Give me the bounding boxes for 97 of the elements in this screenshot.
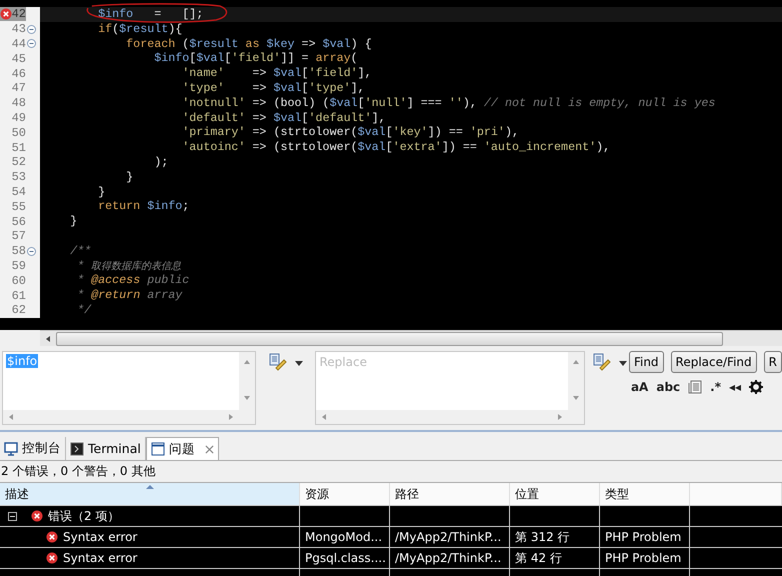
scroll-right-icon[interactable] (558, 414, 562, 420)
horizontal-scrollbar[interactable] (3, 410, 239, 424)
panel-tab[interactable]: 控制台 (0, 437, 66, 460)
horizontal-scrollbar[interactable] (40, 330, 782, 346)
line-number: 53 (10, 170, 26, 184)
find-button[interactable]: Replace/Find (670, 351, 757, 373)
find-text: $info (6, 354, 38, 368)
replace-field[interactable]: Replace (315, 351, 586, 425)
code-line: * 取得数据库的表信息 (77, 258, 182, 273)
code-line: foreach ($result as $key => $val) { (126, 36, 372, 51)
scroll-left-icon[interactable] (46, 336, 50, 342)
dropdown-caret-icon[interactable] (294, 360, 303, 366)
history-icon[interactable] (592, 353, 613, 373)
line-number: 61 (10, 288, 26, 303)
code-line: $info[$val['field']] = array( (154, 51, 358, 66)
table-cell: PHP Problem (605, 530, 682, 544)
column-header[interactable]: 资源 (300, 483, 390, 505)
option-toggle[interactable]: ◂◂ (729, 380, 742, 394)
table-cell: /MyApp2/ThinkP... (395, 551, 502, 565)
table-cell: 错误（2 项） (48, 508, 120, 524)
line-number: 49 (10, 110, 26, 125)
panel-tab[interactable]: 问题 (146, 437, 219, 460)
line-number: 58 (10, 244, 26, 258)
column-header[interactable]: 路径 (390, 483, 510, 505)
code-line: return $info; (98, 199, 190, 214)
line-number: 44 (10, 36, 26, 51)
code-line: } (126, 170, 134, 184)
code-line: 'name' => $val['field'], (182, 66, 372, 80)
find-button[interactable]: R (764, 351, 782, 373)
line-number: 47 (10, 81, 26, 96)
vertical-scrollbar[interactable] (238, 352, 255, 424)
code-line: } (98, 184, 106, 199)
line-number: 59 (10, 258, 26, 273)
line-number: 60 (10, 274, 26, 288)
line-number: 46 (10, 66, 26, 81)
table-cell: MongoMod... (305, 530, 382, 544)
code-line: $info = []; (98, 7, 204, 21)
vertical-scrollbar[interactable] (568, 352, 584, 424)
table-cell: Syntax error (63, 551, 138, 565)
column-header[interactable]: 类型 (600, 483, 690, 505)
code-line: } (70, 214, 78, 228)
document-lines-icon[interactable] (688, 380, 702, 394)
problem-row[interactable]: Syntax error Pgsql.class.... /MyApp2/ThinkP... 第 42 行 PHP Problem (0, 547, 782, 568)
table-cell: 第 42 行 (515, 550, 562, 566)
scroll-down-icon[interactable] (244, 396, 250, 400)
scroll-down-icon[interactable] (573, 396, 580, 400)
line-number: 43 (10, 22, 26, 36)
option-toggle[interactable]: .* (710, 380, 721, 394)
horizontal-scrollbar[interactable] (316, 410, 568, 424)
option-toggle[interactable]: aA (630, 380, 648, 394)
column-header[interactable]: 位置 (510, 483, 600, 505)
line-number: 54 (10, 184, 26, 199)
option-toggle[interactable]: abc (656, 380, 680, 394)
line-number: 62 (10, 303, 26, 318)
table-cell: Syntax error (63, 530, 138, 544)
code-line: if($result){ (98, 22, 182, 36)
problem-row[interactable]: Syntax error MongoMod... /MyApp2/ThinkP... 第 312 行 PHP Problem (0, 526, 782, 547)
scroll-up-icon[interactable] (573, 360, 580, 364)
line-number: 48 (10, 96, 26, 110)
history-icon[interactable] (268, 353, 289, 373)
monitor-icon (4, 442, 18, 456)
code-line: * @access public (77, 273, 190, 288)
find-button[interactable]: Find (628, 351, 664, 373)
line-number: 51 (10, 140, 26, 155)
table-cell: 第 312 行 (515, 528, 570, 546)
line-number: 45 (10, 52, 26, 66)
error-icon (31, 510, 43, 522)
table-cell: PHP Problem (605, 551, 682, 565)
table-cell: Pgsql.class.... (305, 551, 386, 565)
code-line: 'notnull' => (bool) ($val['null'] === ''), // not null is empty, null is yes (182, 96, 716, 110)
error-icon (46, 531, 58, 543)
line-number: 57 (10, 229, 26, 244)
scroll-right-icon[interactable] (228, 414, 233, 420)
code-line: 'primary' => (strtolower($val['key']) == 'pri'), (182, 125, 519, 140)
panel-tab[interactable]: Terminal (66, 437, 146, 460)
error-icon (46, 552, 58, 564)
window-icon (150, 442, 165, 456)
code-line: 'default' => $val['default'], (182, 110, 386, 125)
collapse-icon[interactable] (8, 512, 17, 520)
line-number: 55 (10, 200, 26, 214)
scroll-up-icon[interactable] (244, 360, 250, 364)
column-header[interactable]: 描述 (0, 483, 300, 505)
line-number: 50 (10, 126, 26, 140)
dropdown-caret-icon[interactable] (618, 360, 627, 366)
line-number: 56 (10, 214, 26, 229)
scrollbar-thumb[interactable] (56, 332, 723, 346)
close-icon[interactable] (204, 444, 214, 454)
code-line: * @return array (77, 288, 182, 302)
settings-icon[interactable] (749, 380, 764, 394)
code-line: /** (70, 244, 92, 258)
terminal-icon (70, 442, 84, 456)
line-number: 52 (10, 155, 26, 170)
code-line: 'type' => $val['type'], (182, 80, 365, 95)
code-line: 'autoinc' => (strtolower($val['extra']) == 'auto_increment'), (182, 140, 610, 154)
table-cell: /MyApp2/ThinkP... (395, 530, 502, 544)
code-line: ); (154, 154, 168, 169)
code-line: */ (77, 302, 92, 317)
